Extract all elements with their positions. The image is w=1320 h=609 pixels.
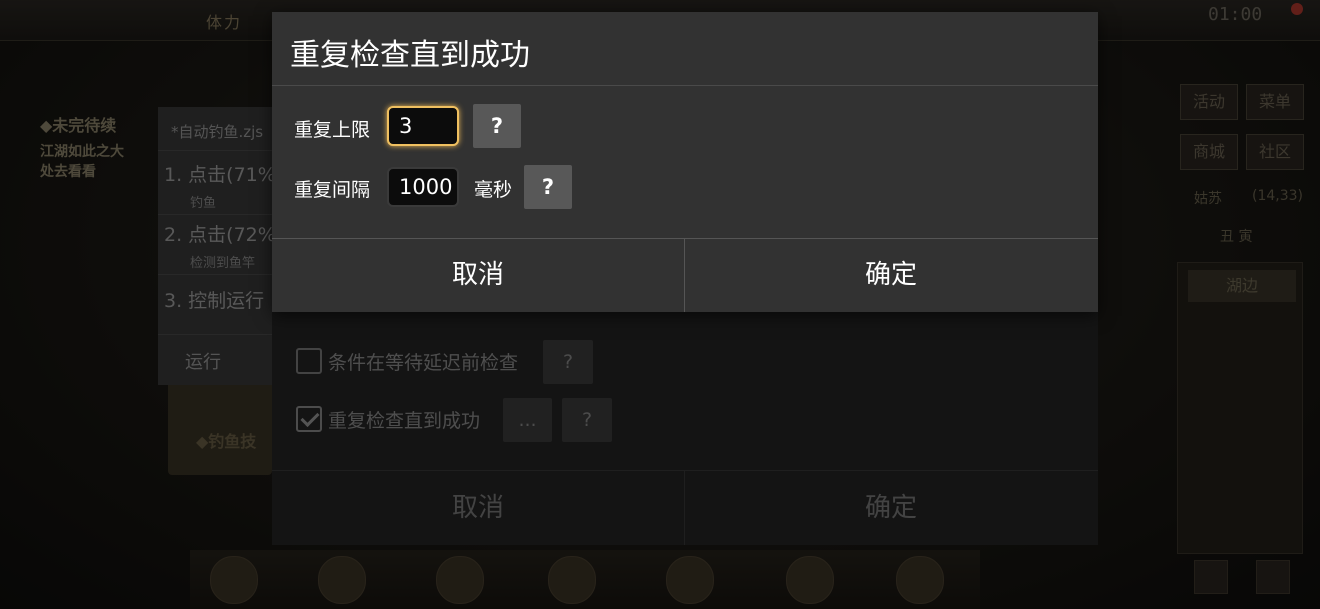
cancel-button[interactable]: 取消 [272, 239, 684, 312]
repeat-interval-help-button[interactable]: ? [524, 165, 572, 209]
repeat-interval-label: 重复间隔 [294, 179, 371, 201]
dialog-title: 重复检查直到成功 [290, 38, 530, 73]
repeat-limit-help-button[interactable]: ? [473, 104, 521, 148]
confirm-button[interactable]: 确定 [685, 239, 1097, 312]
repeat-limit-input[interactable]: 3 [387, 106, 459, 146]
repeat-limit-label: 重复上限 [294, 119, 371, 141]
repeat-interval-input[interactable]: 1000 [387, 167, 459, 207]
interval-unit-label: 毫秒 [474, 179, 513, 201]
divider [272, 85, 1098, 86]
